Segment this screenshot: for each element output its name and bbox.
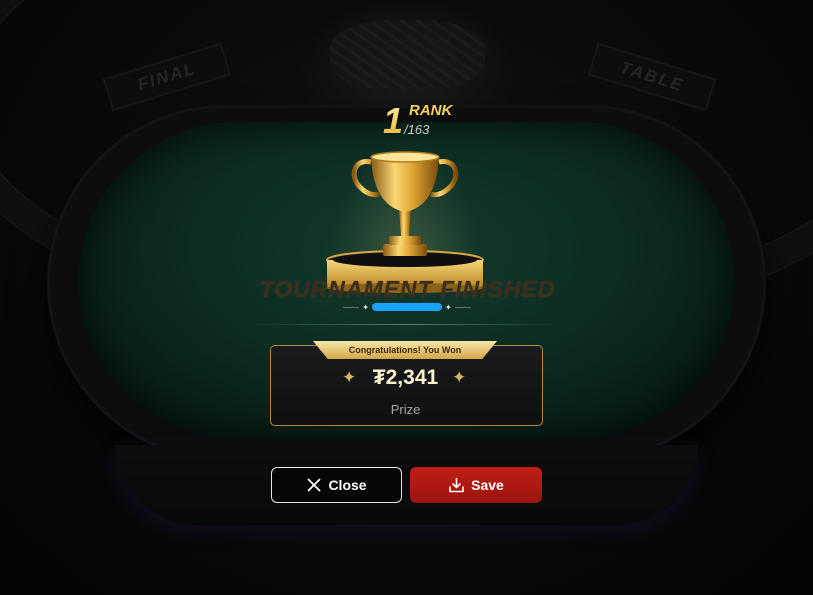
save-button-label: Save — [471, 477, 504, 493]
sparkle-icon: ✦ — [452, 368, 467, 387]
trophy-icon — [326, 151, 484, 293]
name-divider-left — [343, 306, 360, 308]
player-name-redacted — [372, 303, 442, 311]
rank-total: /163 — [404, 122, 430, 137]
prize-amount: ₮2,341 — [372, 366, 439, 389]
rank-display: 1 RANK /163 — [383, 100, 483, 141]
close-button-label: Close — [328, 477, 367, 493]
rank-label: RANK — [409, 102, 453, 119]
sparkle-icon: ✦ — [362, 302, 369, 312]
congratulations-banner: Congratulations! You Won — [313, 341, 497, 359]
prize-label: Prize — [390, 402, 421, 417]
player-name-row: ✦ ✦ — [343, 300, 471, 314]
close-button[interactable]: Close — [271, 467, 402, 503]
save-button[interactable]: Save — [410, 467, 542, 503]
name-divider-right — [454, 306, 471, 308]
close-icon — [307, 478, 322, 492]
tournament-finished-heading: TOURNAMENT FINISHED — [259, 276, 556, 302]
sparkle-icon: ✦ — [445, 302, 452, 312]
section-divider — [250, 324, 560, 325]
download-icon — [449, 477, 464, 492]
rank-number: 1 — [383, 100, 404, 141]
